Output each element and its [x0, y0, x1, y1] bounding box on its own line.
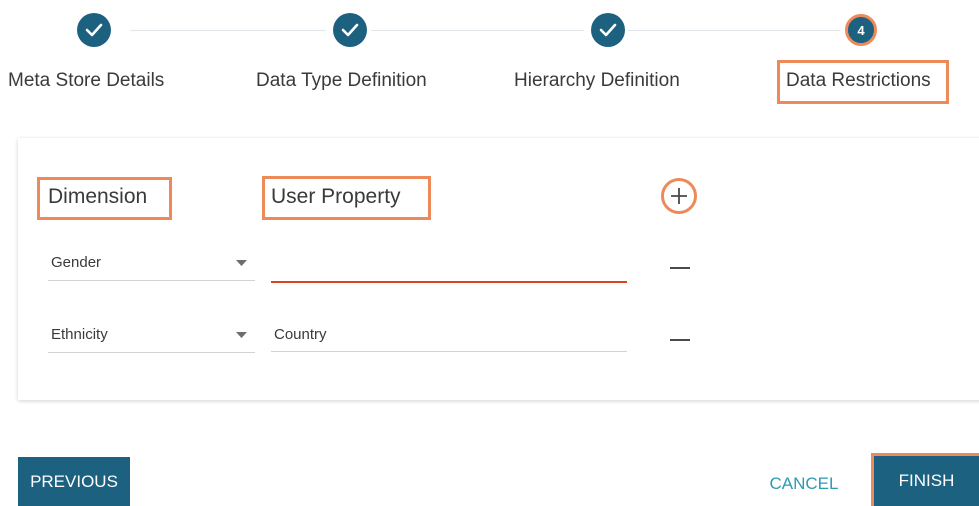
- check-icon: [341, 23, 359, 37]
- dimension-select-value: Ethnicity: [51, 326, 108, 343]
- step-2-complete-icon[interactable]: [333, 13, 367, 47]
- cancel-button[interactable]: CANCEL: [755, 468, 853, 500]
- step-4-current-icon[interactable]: 4: [845, 14, 877, 46]
- step-1-label[interactable]: Meta Store Details: [8, 68, 164, 94]
- chevron-down-icon: [236, 260, 247, 266]
- remove-row-button[interactable]: [669, 260, 691, 276]
- chevron-down-icon: [236, 332, 247, 338]
- check-icon: [85, 23, 103, 37]
- step-1-complete-icon[interactable]: [77, 13, 111, 47]
- plus-icon: [671, 188, 687, 204]
- add-row-button[interactable]: [661, 178, 697, 214]
- dimension-select[interactable]: Gender: [48, 248, 255, 281]
- finish-button[interactable]: FINISH: [871, 453, 979, 506]
- stepper: Meta Store Details Data Type Definition …: [0, 0, 979, 110]
- dimension-select[interactable]: Ethnicity: [48, 320, 255, 353]
- dimension-header: Dimension: [48, 185, 148, 208]
- check-icon: [599, 23, 617, 37]
- user-property-input[interactable]: [271, 249, 627, 283]
- step-3-label[interactable]: Hierarchy Definition: [514, 68, 680, 94]
- step-connector: [628, 30, 840, 31]
- previous-button[interactable]: PREVIOUS: [18, 457, 130, 506]
- dimension-select-value: Gender: [51, 254, 102, 271]
- minus-icon: [670, 339, 690, 341]
- user-property-header: User Property: [271, 185, 401, 208]
- remove-row-button[interactable]: [669, 332, 691, 348]
- minus-icon: [670, 267, 690, 269]
- step-2-label[interactable]: Data Type Definition: [256, 68, 427, 94]
- step-3-complete-icon[interactable]: [591, 13, 625, 47]
- user-property-input[interactable]: [271, 318, 627, 352]
- step-connector: [371, 30, 584, 31]
- step-4-label[interactable]: Data Restrictions: [786, 68, 931, 94]
- step-4-number: 4: [857, 22, 865, 38]
- step-connector: [130, 30, 326, 31]
